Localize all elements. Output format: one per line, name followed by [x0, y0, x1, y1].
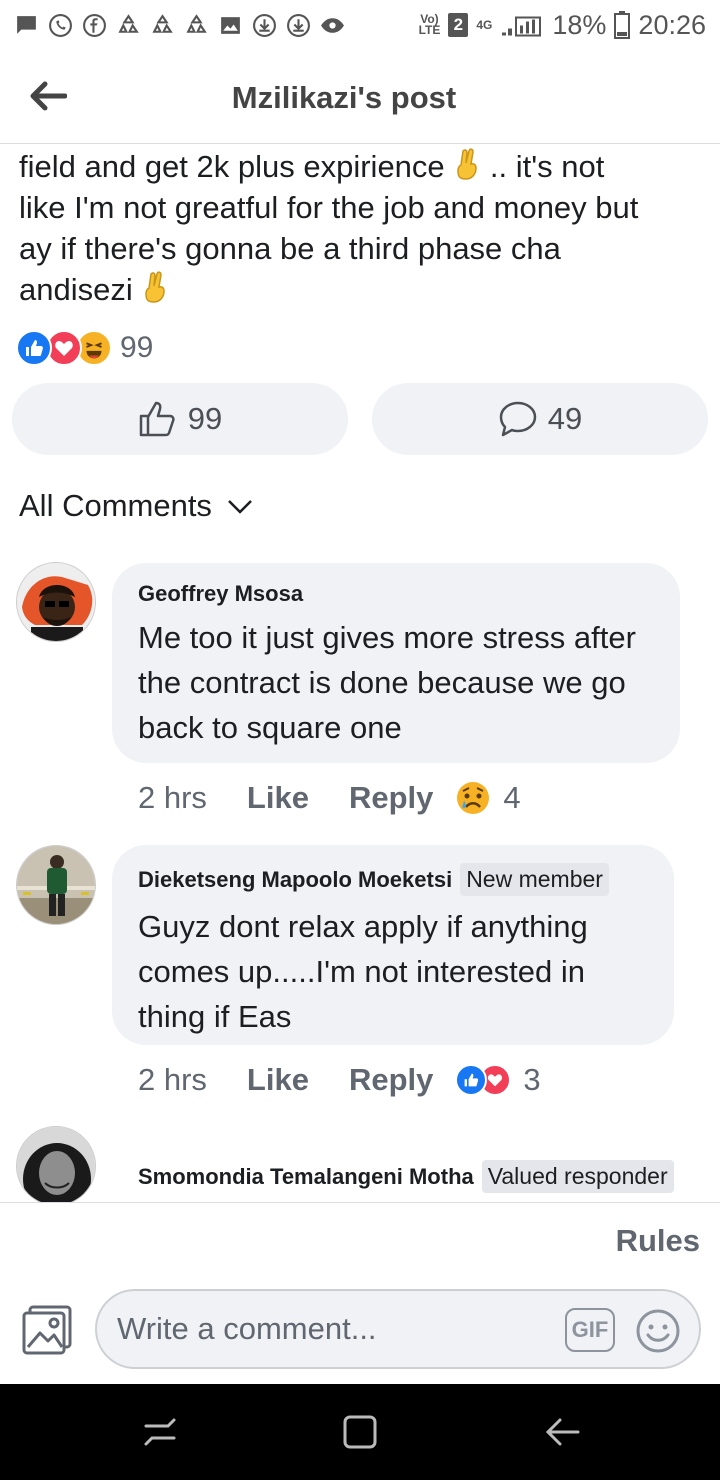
emoji-icon[interactable]	[635, 1308, 681, 1354]
like-count: 99	[187, 401, 223, 436]
post-text-line: like I'm not greatful for the job and mo…	[19, 190, 639, 225]
comment-reaction-count: 4	[503, 780, 521, 815]
battery-percent: 18%	[552, 9, 607, 40]
post-header: Mzilikazi's post	[0, 50, 720, 144]
recycle-icon	[184, 13, 209, 38]
comment-composer: Rules Write a comment... GIF	[0, 1202, 720, 1384]
back-nav-icon[interactable]	[542, 1412, 582, 1452]
comment-reactions[interactable]	[455, 780, 491, 816]
facebook-icon	[82, 13, 107, 38]
author-name[interactable]: Smomondia Temalangeni Motha	[138, 1164, 474, 1190]
crossed-fingers-icon	[145, 271, 166, 303]
notification-icons	[14, 13, 345, 38]
message-icon	[14, 13, 39, 38]
like-button[interactable]: 99	[12, 383, 348, 455]
page-title: Mzilikazi's post	[231, 80, 457, 115]
comment-author[interactable]: Dieketseng Mapoolo Moeketsi New member	[138, 863, 648, 896]
gif-button[interactable]: GIF	[565, 1308, 615, 1352]
rules-link[interactable]: Rules	[616, 1223, 700, 1259]
post-text-line: ay if there's gonna be a third phase cha	[19, 231, 561, 266]
like-reaction-icon	[16, 330, 52, 366]
author-name[interactable]: Dieketseng Mapoolo Moeketsi	[138, 867, 452, 893]
comment-reactions[interactable]	[455, 1064, 512, 1096]
thumbs-up-icon	[139, 401, 175, 437]
whatsapp-icon	[48, 13, 73, 38]
system-nav-bar	[0, 1384, 720, 1480]
status-bar: Vo) LTE 2 4G 18% 20:26	[0, 0, 720, 50]
post-text-line: .. it's not	[489, 149, 605, 184]
image-icon	[218, 13, 243, 38]
eye-icon	[320, 13, 345, 38]
comment-author[interactable]: Geoffrey Msosa	[138, 581, 654, 607]
clock: 20:26	[638, 9, 706, 40]
reaction-summary[interactable]: 99	[16, 330, 153, 366]
comments-filter-dropdown[interactable]: All Comments	[19, 488, 254, 524]
volte-indicator: Vo) LTE	[418, 12, 441, 37]
sim-indicator: 2	[448, 13, 469, 37]
avatar[interactable]	[16, 562, 96, 642]
recycle-icon	[150, 13, 175, 38]
member-badge: Valued responder	[481, 1160, 674, 1193]
comment-reply-button[interactable]: Reply	[349, 780, 433, 816]
recent-apps-icon[interactable]	[140, 1412, 180, 1452]
network-type: 4G	[476, 17, 493, 32]
avatar[interactable]	[16, 845, 96, 925]
comment-actions: 2 hrs Like Reply 3	[138, 1062, 541, 1098]
download-icon	[286, 13, 311, 38]
post-text-line: field and get 2k plus expirience	[19, 149, 445, 184]
comment-actions: 2 hrs Like Reply 4	[138, 780, 521, 816]
comment-reaction-count: 3	[523, 1062, 541, 1097]
comment-input[interactable]: Write a comment... GIF	[95, 1289, 701, 1369]
battery-icon	[614, 11, 631, 39]
signal-icon	[500, 13, 544, 38]
download-icon	[252, 13, 277, 38]
system-indicators: Vo) LTE 2 4G 18% 20:26	[419, 10, 706, 41]
chevron-down-icon	[228, 500, 252, 514]
comments-filter-label: All Comments	[19, 488, 212, 523]
comment-bubble[interactable]: Dieketseng Mapoolo Moeketsi New member G…	[112, 845, 674, 1045]
comment-time[interactable]: 2 hrs	[138, 780, 207, 816]
comment-text: Guyz dont relax apply if anything comes …	[138, 909, 588, 1034]
post-body: field and get 2k plus expirience .. it's…	[19, 146, 709, 310]
comment-bubble[interactable]: Geoffrey Msosa Me too it just gives more…	[112, 563, 680, 763]
comment-like-button[interactable]: Like	[247, 1062, 309, 1098]
comment-clip: Smomondia Temalangeni Motha Valued respo…	[0, 1110, 720, 1202]
post-text-line: andisezi	[19, 272, 133, 307]
member-badge: New member	[460, 863, 609, 896]
sad-reaction-icon	[457, 782, 490, 814]
comment-reply-button[interactable]: Reply	[349, 1062, 433, 1098]
comment-icon	[499, 401, 536, 437]
home-icon[interactable]	[340, 1412, 380, 1452]
comment-input-placeholder: Write a comment...	[117, 1311, 377, 1346]
recycle-icon	[116, 13, 141, 38]
avatar[interactable]	[16, 1126, 96, 1202]
comment-count: 49	[547, 401, 583, 436]
crossed-fingers-icon	[457, 148, 478, 180]
comment-button[interactable]: 49	[372, 383, 708, 455]
comment-author[interactable]: Smomondia Temalangeni Motha Valued respo…	[138, 1160, 674, 1193]
comment-text: Me too it just gives more stress after t…	[138, 620, 636, 745]
comment-like-button[interactable]: Like	[247, 780, 309, 816]
author-name[interactable]: Geoffrey Msosa	[138, 581, 303, 607]
comment-time[interactable]: 2 hrs	[138, 1062, 207, 1098]
reaction-count: 99	[120, 331, 154, 364]
photo-icon[interactable]	[20, 1303, 74, 1357]
